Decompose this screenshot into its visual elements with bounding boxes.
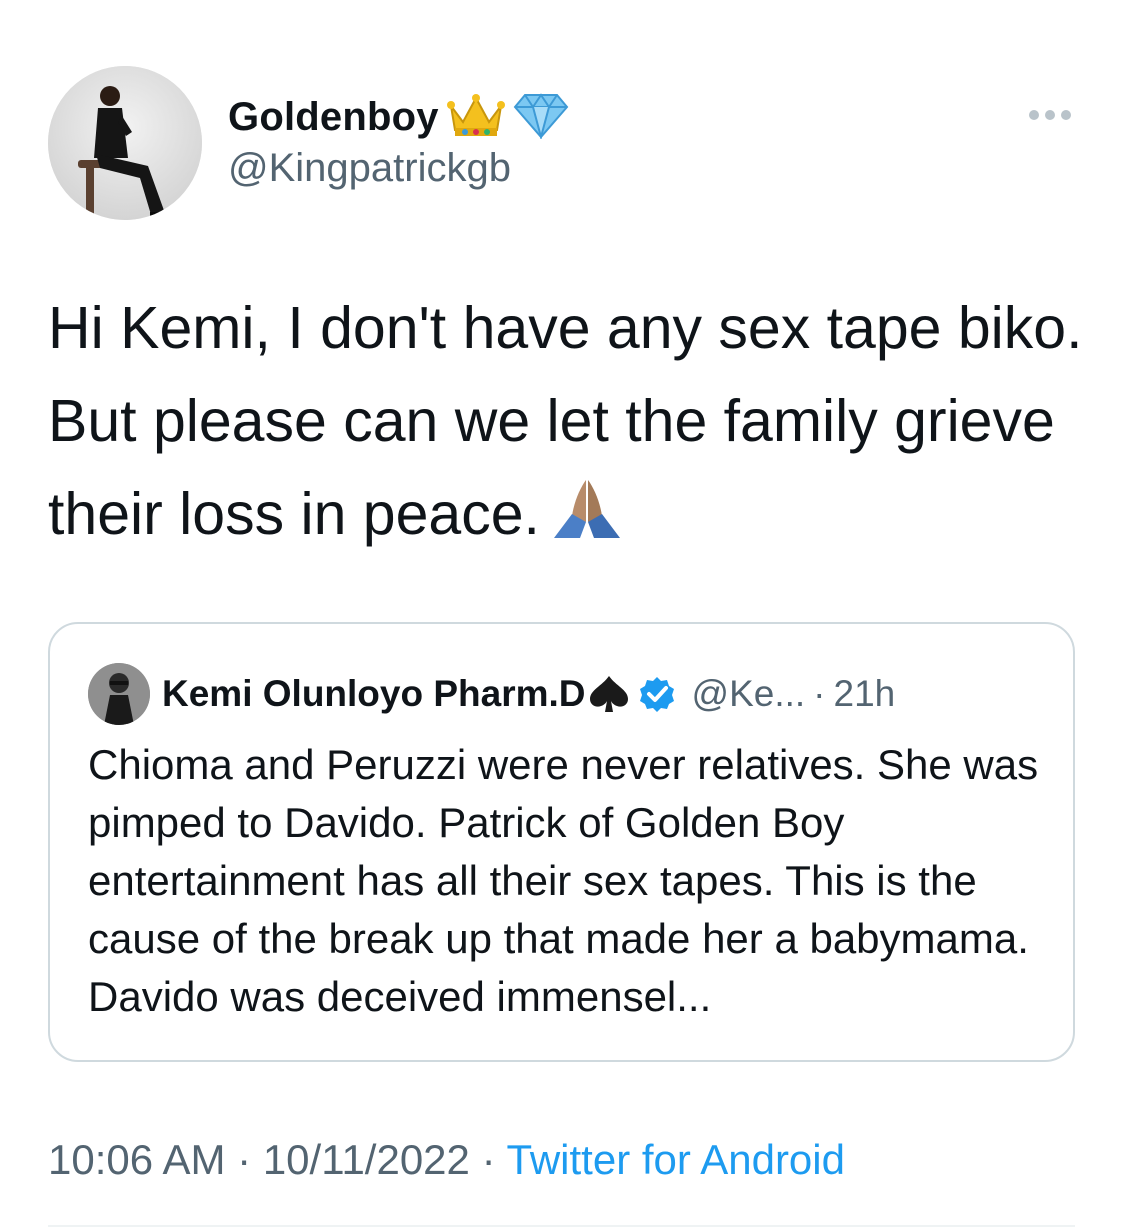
author-handle[interactable]: @Kingpatrickgb [228, 146, 569, 191]
footer-separator: · [237, 1136, 252, 1183]
quoted-tweet-header: Kemi Olunloyo Pharm.D @Ke... · 21h [88, 662, 895, 726]
quoted-author-name[interactable]: Kemi Olunloyo Pharm.D [162, 673, 586, 715]
tweet-text: Hi Kemi, I don't have any sex tape biko.… [48, 282, 1088, 567]
avatar-photo [48, 66, 202, 220]
divider [48, 1225, 1075, 1227]
display-name-row: Goldenboy [228, 92, 569, 142]
author-display-name[interactable]: Goldenboy [228, 95, 439, 140]
quoted-author-handle[interactable]: @Ke... [692, 673, 806, 715]
gem-emoji-icon [513, 91, 569, 144]
tweet: Goldenboy @Kingpatrickgb Hi Kemi, I don'… [0, 0, 1125, 1229]
verified-badge-icon [639, 677, 674, 712]
more-horizontal-icon [1029, 110, 1071, 120]
quoted-author-avatar [88, 663, 150, 725]
crown-emoji-icon [446, 92, 505, 143]
quoted-tweet-card[interactable]: Kemi Olunloyo Pharm.D @Ke... · 21h Chiom… [48, 622, 1075, 1062]
author-avatar[interactable] [48, 66, 202, 220]
tweet-footer: 10:06 AM · 10/11/2022 · Twitter for Andr… [48, 1136, 845, 1184]
spade-suit-icon [589, 676, 628, 712]
quoted-tweet-time[interactable]: 21h [834, 673, 896, 715]
tweet-source-link[interactable]: Twitter for Android [507, 1136, 845, 1183]
more-options-button[interactable] [1020, 100, 1080, 130]
meta-separator: · [813, 673, 826, 714]
author-info: Goldenboy @Kingpatrickgb [228, 92, 569, 191]
tweet-time[interactable]: 10:06 AM [48, 1136, 225, 1183]
tweet-date[interactable]: 10/11/2022 [263, 1136, 470, 1183]
quoted-tweet-text: Chioma and Peruzzi were never relatives.… [88, 741, 1039, 1020]
footer-separator-2: · [481, 1136, 496, 1183]
folded-hands-emoji-icon [550, 474, 624, 567]
